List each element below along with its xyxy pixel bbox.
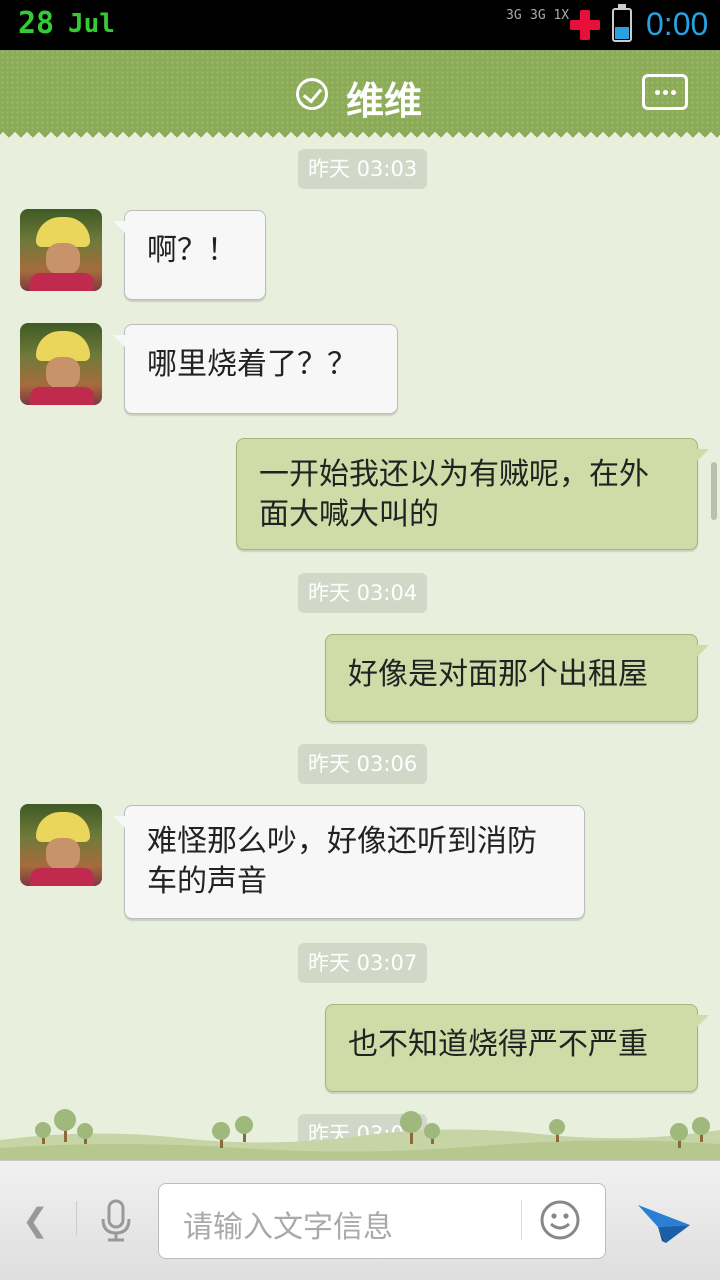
landscape-decoration <box>0 1109 720 1160</box>
status-time: 0:00 <box>646 6 709 42</box>
timestamp: 昨天 03:06 <box>298 744 428 784</box>
timestamp: 昨天 03:03 <box>298 149 428 189</box>
divider <box>76 1201 77 1235</box>
battery-icon <box>612 4 632 42</box>
status-date-month: Jul <box>68 9 115 39</box>
network-3g-icon: 3G <box>506 8 522 23</box>
contact-name: 维维 <box>346 79 423 123</box>
input-bar: ❮ 请输入文字信息 <box>0 1160 720 1280</box>
send-button[interactable] <box>636 1197 692 1247</box>
contact-avatar[interactable] <box>20 209 102 291</box>
sent-message-bubble[interactable]: 一开始我还以为有贼呢，在外面大喊大叫的 <box>236 438 709 550</box>
sent-message-bubble[interactable]: 好像是对面那个出租屋 <box>325 634 709 722</box>
divider <box>521 1200 522 1240</box>
emoji-icon[interactable] <box>539 1199 581 1241</box>
received-message-bubble[interactable]: 啊？！ <box>113 210 266 300</box>
contact-avatar[interactable] <box>20 804 102 886</box>
status-bar: 28 Jul 3G 3G 1X 0:00 <box>0 0 720 50</box>
medical-cross-icon <box>570 10 600 40</box>
status-date-day: 28 <box>18 6 55 41</box>
chat-area[interactable]: 昨天 03:03 啊？！ 哪里烧着了？？ 一开始我还以为有贼呢，在外面大喊大叫的… <box>0 138 720 1160</box>
more-options-button[interactable] <box>642 74 688 110</box>
timestamp: 昨天 03:04 <box>298 573 428 613</box>
message-input[interactable]: 请输入文字信息 <box>158 1183 606 1259</box>
timestamp: 昨天 03:07 <box>298 943 428 983</box>
microphone-icon[interactable] <box>98 1199 134 1243</box>
message-input-placeholder: 请输入文字信息 <box>183 1210 393 1245</box>
sent-message-bubble[interactable]: 也不知道烧得严不严重 <box>325 1004 709 1092</box>
chat-scrollbar[interactable] <box>711 462 717 520</box>
back-button[interactable]: ❮ <box>22 1201 49 1239</box>
contact-avatar[interactable] <box>20 323 102 405</box>
received-message-bubble[interactable]: 难怪那么吵，好像还听到消防车的声音 <box>113 805 585 919</box>
verified-check-icon <box>296 78 328 110</box>
network-1x-icon: 3G 1X <box>530 8 570 23</box>
received-message-bubble[interactable]: 哪里烧着了？？ <box>113 324 398 414</box>
